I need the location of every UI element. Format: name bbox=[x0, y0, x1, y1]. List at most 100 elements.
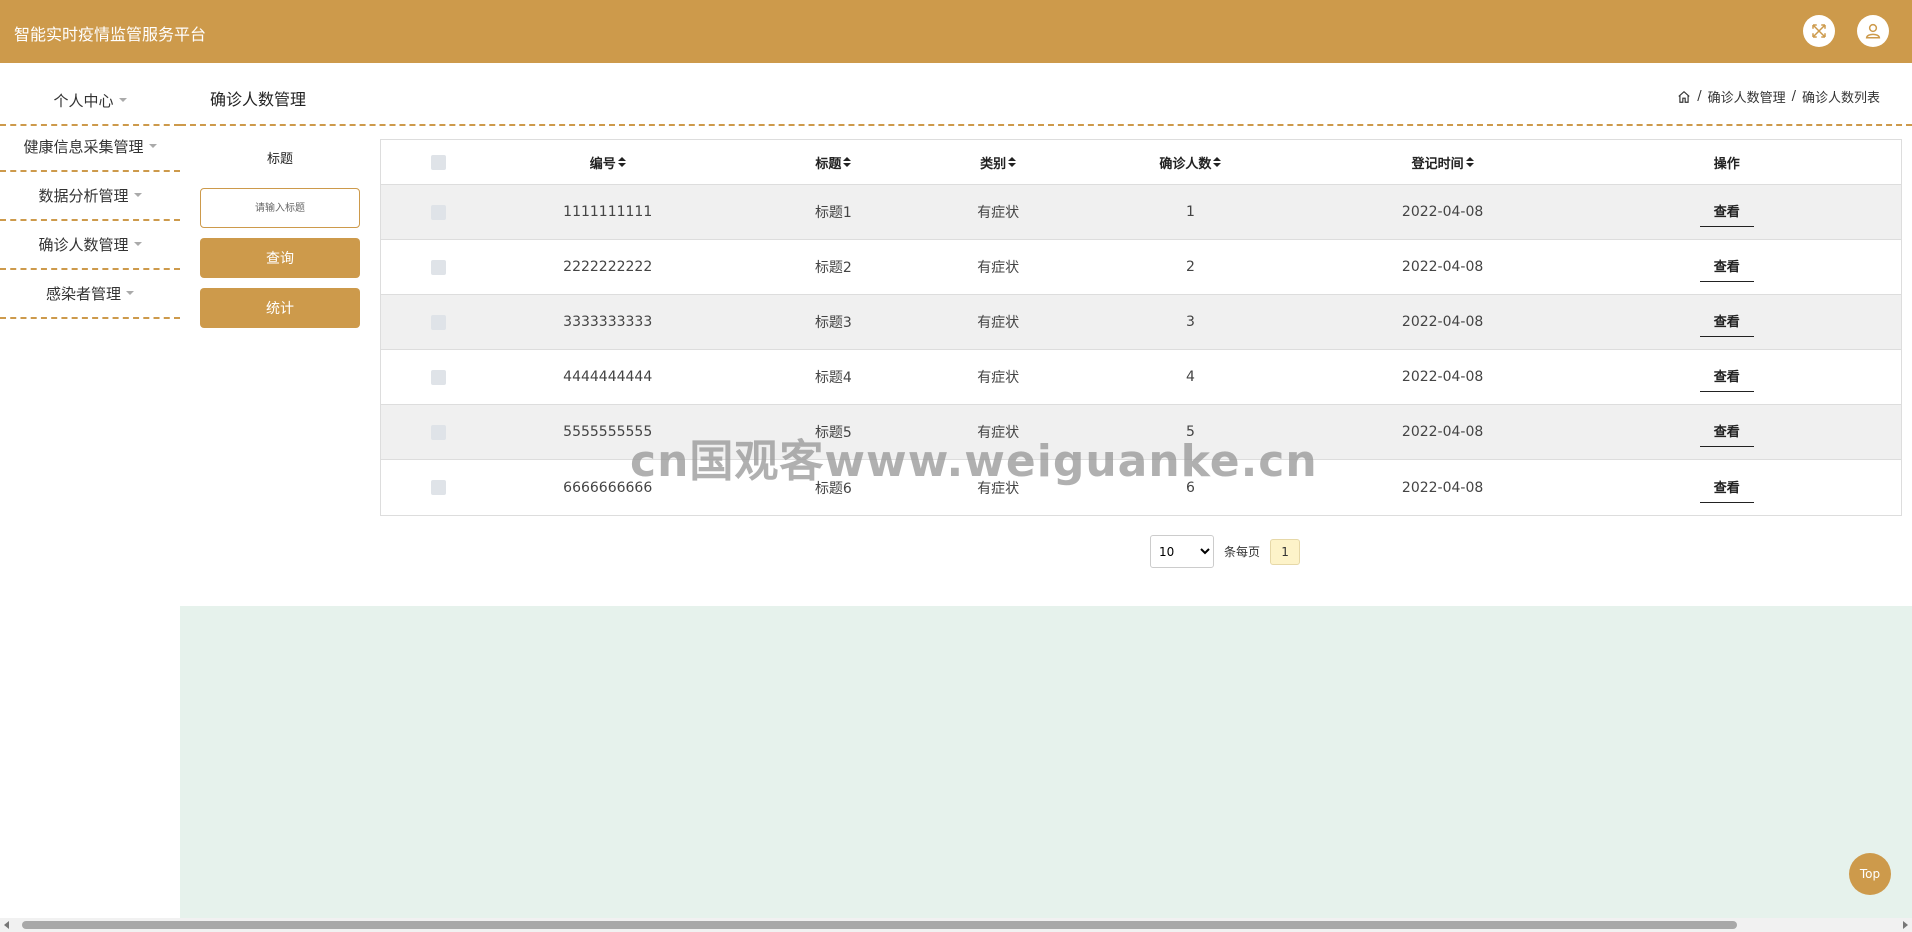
row-checkbox[interactable] bbox=[431, 369, 447, 385]
breadcrumb: / 确诊人数管理 / 确诊人数列表 bbox=[1677, 87, 1880, 106]
sort-icon bbox=[617, 157, 626, 167]
sidebar-item-infected[interactable]: 感染者管理 bbox=[0, 270, 180, 319]
page-size-select[interactable]: 10 bbox=[1150, 535, 1214, 568]
cell-date: 2022-04-08 bbox=[1401, 479, 1484, 496]
back-to-top-button[interactable]: Top bbox=[1849, 853, 1891, 895]
caret-down-icon bbox=[133, 241, 142, 246]
caret-down-icon bbox=[126, 290, 134, 295]
view-button[interactable]: 查看 bbox=[1699, 252, 1754, 282]
pagination: 10 条每页 1 bbox=[1150, 535, 1301, 568]
sidebar-item-personal-center[interactable]: 个人中心 bbox=[0, 78, 180, 123]
cell-date: 2022-04-08 bbox=[1401, 424, 1484, 440]
cell-title: 标题2 bbox=[814, 260, 852, 276]
sidebar-item-confirmed-cases[interactable]: 确诊人数管理 bbox=[0, 221, 180, 270]
sidebar-item-label: 健康信息采集管理 bbox=[23, 138, 144, 156]
sidebar-item-label: 感染者管理 bbox=[45, 285, 121, 303]
cell-type: 有症状 bbox=[977, 205, 1020, 221]
sidebar-item-label: 数据分析管理 bbox=[38, 187, 129, 205]
title-search-input[interactable] bbox=[200, 188, 360, 228]
table-row: 4444444444 标题4 有症状 4 2022-04-08 查看 bbox=[381, 350, 1901, 405]
home-icon[interactable] bbox=[1677, 90, 1691, 104]
sidebar-item-label: 确诊人数管理 bbox=[38, 236, 129, 254]
scrollbar-thumb[interactable] bbox=[22, 921, 1737, 929]
fullscreen-button[interactable] bbox=[1803, 15, 1835, 47]
cell-count: 5 bbox=[1185, 424, 1195, 440]
cell-no: 4444444444 bbox=[563, 369, 653, 385]
cell-date: 2022-04-08 bbox=[1401, 259, 1484, 275]
data-table: 编号 标题 类别 确诊人数 登记时间 操作 1111111111 标题1 有症状… bbox=[380, 139, 1902, 516]
page-number-current[interactable]: 1 bbox=[1270, 538, 1301, 565]
breadcrumb-item-manage[interactable]: 确诊人数管理 bbox=[1708, 87, 1786, 106]
row-checkbox[interactable] bbox=[431, 424, 447, 440]
sort-icon bbox=[1213, 157, 1222, 167]
scroll-right-icon[interactable] bbox=[1903, 921, 1908, 929]
cell-count: 1 bbox=[1185, 204, 1195, 220]
search-label: 标题 bbox=[266, 152, 293, 167]
caret-down-icon bbox=[133, 192, 142, 197]
cell-date: 2022-04-08 bbox=[1401, 369, 1484, 385]
cell-type: 有症状 bbox=[977, 480, 1020, 497]
app-title: 智能实时疫情监管服务平台 bbox=[14, 25, 207, 44]
cell-title: 标题6 bbox=[814, 480, 852, 497]
scroll-left-icon[interactable] bbox=[4, 921, 9, 929]
cell-title: 标题1 bbox=[814, 205, 852, 221]
sidebar-item-health-info[interactable]: 健康信息采集管理 bbox=[0, 123, 180, 172]
view-button[interactable]: 查看 bbox=[1699, 473, 1754, 503]
view-button[interactable]: 查看 bbox=[1699, 362, 1754, 392]
user-button[interactable] bbox=[1857, 15, 1889, 47]
cell-date: 2022-04-08 bbox=[1401, 314, 1484, 330]
row-checkbox[interactable] bbox=[431, 480, 447, 495]
cell-count: 4 bbox=[1185, 369, 1195, 385]
column-header-title[interactable]: 标题 bbox=[719, 140, 949, 184]
content-footer-area bbox=[180, 606, 1912, 920]
column-header-op: 操作 bbox=[1713, 156, 1740, 172]
row-checkbox[interactable] bbox=[431, 314, 447, 330]
cell-date: 2022-04-08 bbox=[1401, 204, 1484, 220]
sort-icon bbox=[1465, 157, 1474, 167]
row-checkbox[interactable] bbox=[431, 259, 447, 275]
query-button[interactable]: 查询 bbox=[200, 238, 360, 278]
cell-count: 3 bbox=[1185, 314, 1195, 330]
cell-title: 标题5 bbox=[814, 425, 852, 441]
expand-icon bbox=[1812, 24, 1826, 38]
cell-title: 标题4 bbox=[814, 370, 852, 386]
breadcrumb-separator: / bbox=[1791, 89, 1796, 104]
cell-no: 1111111111 bbox=[563, 204, 653, 220]
top-header: 智能实时疫情监管服务平台 bbox=[0, 0, 1912, 63]
horizontal-scrollbar[interactable] bbox=[0, 918, 1912, 932]
cell-no: 3333333333 bbox=[563, 314, 653, 330]
cell-type: 有症状 bbox=[977, 315, 1020, 331]
column-header-count[interactable]: 确诊人数 bbox=[1048, 140, 1333, 184]
table-row: 5555555555 标题5 有症状 5 2022-04-08 查看 bbox=[381, 405, 1901, 460]
sidebar: 个人中心 健康信息采集管理 数据分析管理 确诊人数管理 感染者管理 bbox=[0, 78, 180, 319]
sort-icon bbox=[843, 157, 852, 167]
column-header-no[interactable]: 编号 bbox=[497, 140, 719, 184]
column-header-date[interactable]: 登记时间 bbox=[1333, 140, 1553, 184]
sidebar-item-data-analysis[interactable]: 数据分析管理 bbox=[0, 172, 180, 221]
per-page-label: 条每页 bbox=[1224, 545, 1261, 559]
table-row: 1111111111 标题1 有症状 1 2022-04-08 查看 bbox=[381, 185, 1901, 240]
breadcrumb-separator: / bbox=[1697, 89, 1702, 104]
cell-no: 5555555555 bbox=[563, 424, 653, 440]
cell-no: 2222222222 bbox=[563, 259, 653, 275]
cell-title: 标题3 bbox=[814, 315, 852, 331]
cell-type: 有症状 bbox=[977, 260, 1020, 276]
cell-count: 6 bbox=[1185, 479, 1195, 496]
stats-button[interactable]: 统计 bbox=[200, 288, 360, 328]
caret-down-icon bbox=[118, 97, 127, 102]
view-button[interactable]: 查看 bbox=[1699, 197, 1754, 227]
view-button[interactable]: 查看 bbox=[1699, 307, 1754, 337]
sort-icon bbox=[1008, 157, 1017, 167]
cell-type: 有症状 bbox=[977, 425, 1020, 441]
user-icon bbox=[1865, 23, 1881, 39]
column-header-type[interactable]: 类别 bbox=[948, 140, 1048, 184]
cell-no: 6666666666 bbox=[563, 479, 653, 496]
table-header: 编号 标题 类别 确诊人数 登记时间 操作 bbox=[381, 140, 1901, 185]
sidebar-item-label: 个人中心 bbox=[53, 92, 114, 110]
table-row: 3333333333 标题3 有症状 3 2022-04-08 查看 bbox=[381, 295, 1901, 350]
view-button[interactable]: 查看 bbox=[1699, 417, 1754, 447]
select-all-checkbox[interactable] bbox=[431, 154, 447, 170]
row-checkbox[interactable] bbox=[431, 204, 447, 220]
table-row: 2222222222 标题2 有症状 2 2022-04-08 查看 bbox=[381, 240, 1901, 295]
breadcrumb-item-list[interactable]: 确诊人数列表 bbox=[1802, 87, 1880, 106]
